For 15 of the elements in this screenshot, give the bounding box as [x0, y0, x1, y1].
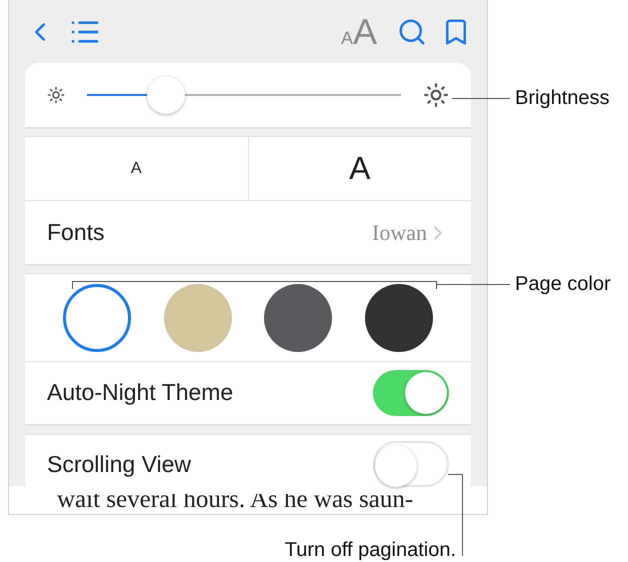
toggle-switch[interactable]	[373, 370, 449, 416]
sun-icon	[47, 86, 65, 104]
setting-label: Scrolling View	[47, 450, 192, 478]
font-value: Iowan	[372, 220, 427, 246]
callout-label: Turn off pagination.	[284, 539, 456, 562]
slider-thumb[interactable]	[146, 76, 184, 114]
sun-icon	[423, 82, 449, 108]
toggle-switch[interactable]	[373, 441, 449, 488]
callout-label: Page color	[515, 273, 611, 296]
search-icon[interactable]	[397, 16, 427, 47]
fonts-label: Fonts	[47, 219, 106, 246]
brightness-slider[interactable]	[87, 74, 401, 115]
callout-label: Brightness	[515, 87, 610, 110]
leader-line	[452, 98, 510, 99]
setting-label: Auto-Night Theme	[47, 379, 234, 406]
